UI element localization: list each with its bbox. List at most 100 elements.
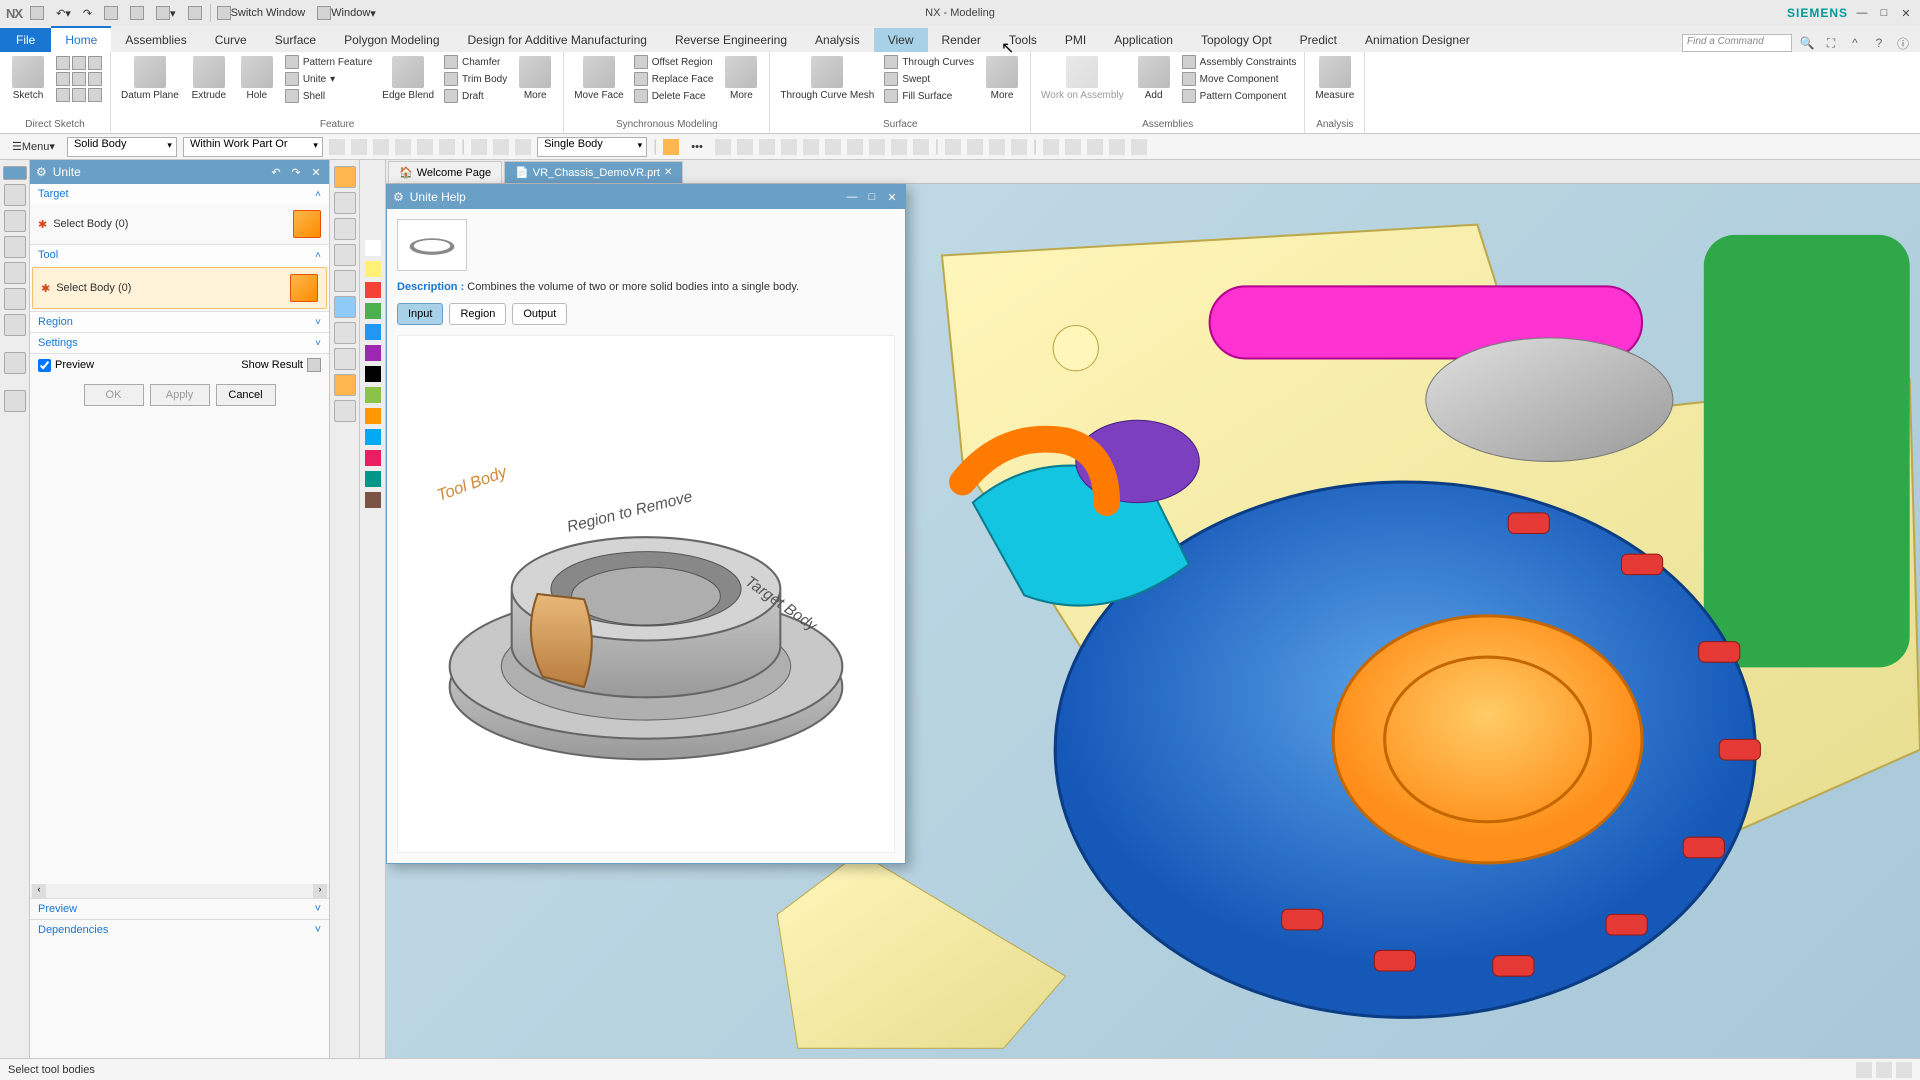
show-result-button[interactable]: Show Result	[241, 358, 321, 372]
body-filter-select[interactable]: Single Body	[537, 137, 647, 157]
history-icon[interactable]	[4, 352, 26, 374]
qat-redo-icon[interactable]: ↷	[79, 5, 96, 22]
help-maximize-icon[interactable]: □	[865, 190, 879, 204]
qat-copy-icon[interactable]	[100, 4, 122, 22]
feature-more-button[interactable]: More	[513, 54, 557, 103]
search-icon[interactable]: 🔍	[1798, 34, 1816, 52]
through-curves-button[interactable]: Through Curves	[882, 54, 976, 70]
move-face-button[interactable]: Move Face	[570, 54, 627, 103]
filter-icon-7[interactable]	[471, 139, 487, 155]
panel-header[interactable]: ⚙ Unite ↶ ↷ ✕	[30, 160, 329, 184]
shell-button[interactable]: Shell	[283, 88, 374, 104]
snap-icon-4[interactable]	[759, 139, 775, 155]
spline-icon[interactable]	[72, 72, 86, 86]
move-component-button[interactable]: Move Component	[1180, 71, 1299, 87]
arc-icon[interactable]	[72, 56, 86, 70]
assembly-constraints-button[interactable]: Assembly Constraints	[1180, 54, 1299, 70]
help-popup-header[interactable]: ⚙ Unite Help — □ ✕	[387, 185, 905, 209]
snap-icon-9[interactable]	[869, 139, 885, 155]
snap-icon-2[interactable]	[715, 139, 731, 155]
qat-paste-icon[interactable]	[126, 4, 148, 22]
color-swatch-0[interactable]	[365, 240, 381, 256]
view-icon-2[interactable]	[967, 139, 983, 155]
color-swatch-11[interactable]	[365, 471, 381, 487]
tab-animation-designer[interactable]: Animation Designer	[1351, 28, 1484, 52]
tab-view[interactable]: View	[874, 28, 928, 52]
side-tool-6-icon[interactable]	[334, 296, 356, 318]
unite-button[interactable]: Unite ▾	[283, 71, 374, 87]
color-swatch-4[interactable]	[365, 324, 381, 340]
qat-box-icon[interactable]: ▾	[152, 4, 180, 22]
pattern-feature-button[interactable]: Pattern Feature	[283, 54, 374, 70]
tab-topology-opt[interactable]: Topology Opt	[1187, 28, 1286, 52]
hd3d-icon[interactable]	[4, 288, 26, 310]
dependencies-footer-section[interactable]: Dependencies˅	[30, 919, 329, 940]
tab-surface[interactable]: Surface	[261, 28, 330, 52]
minimize-icon[interactable]: —	[1854, 5, 1870, 21]
preview-footer-section[interactable]: Preview˅	[30, 898, 329, 919]
filter-icon-6[interactable]	[439, 139, 455, 155]
target-section-header[interactable]: Target˄	[30, 184, 329, 204]
scope-filter-select[interactable]: Within Work Part Or	[183, 137, 323, 157]
qat-save-icon[interactable]	[26, 4, 48, 22]
chamfer-button[interactable]: Chamfer	[442, 54, 509, 70]
menu-dropdown[interactable]: ☰ Menu ▾	[6, 137, 61, 157]
rect-icon[interactable]	[56, 72, 70, 86]
layer-icon-1[interactable]	[1043, 139, 1059, 155]
dim-icon[interactable]	[72, 88, 86, 102]
qat-undo-icon[interactable]: ↶▾	[52, 5, 75, 22]
datum-plane-button[interactable]: Datum Plane	[117, 54, 183, 103]
tab-home[interactable]: Home	[51, 26, 111, 52]
snap-icon-8[interactable]	[847, 139, 863, 155]
pattern-component-button[interactable]: Pattern Component	[1180, 88, 1299, 104]
replace-face-button[interactable]: Replace Face	[632, 71, 716, 87]
filter-icon-8[interactable]	[493, 139, 509, 155]
type-filter-select[interactable]: Solid Body	[67, 137, 177, 157]
preview-checkbox[interactable]: Preview	[38, 359, 94, 372]
color-swatch-7[interactable]	[365, 387, 381, 403]
line-icon[interactable]	[56, 56, 70, 70]
snap-icon-6[interactable]	[803, 139, 819, 155]
tab-assemblies[interactable]: Assemblies	[111, 28, 200, 52]
help-minimize-icon[interactable]: —	[845, 190, 859, 204]
command-search-input[interactable]: Find a Command	[1682, 34, 1792, 52]
color-swatch-12[interactable]	[365, 492, 381, 508]
tab-application[interactable]: Application	[1100, 28, 1187, 52]
constraint-icon[interactable]	[88, 88, 102, 102]
status-icon-1[interactable]	[1856, 1062, 1872, 1078]
status-icon-3[interactable]	[1896, 1062, 1912, 1078]
through-curve-mesh-button[interactable]: Through Curve Mesh	[776, 54, 878, 103]
about-icon[interactable]: ⓘ	[1894, 34, 1912, 52]
side-tool-help-icon[interactable]	[334, 192, 356, 214]
help-icon[interactable]: ?	[1870, 34, 1888, 52]
panel-undo-icon[interactable]: ↶	[269, 165, 283, 179]
surface-more-button[interactable]: More	[980, 54, 1024, 103]
doc-tab-welcome[interactable]: 🏠Welcome Page	[388, 161, 502, 183]
snap-icon-11[interactable]	[913, 139, 929, 155]
constraint-navigator-icon[interactable]	[4, 236, 26, 258]
color-swatch-10[interactable]	[365, 450, 381, 466]
layer-icon-2[interactable]	[1065, 139, 1081, 155]
color-swatch-3[interactable]	[365, 303, 381, 319]
help-close-icon[interactable]: ✕	[885, 190, 899, 204]
trim-icon[interactable]	[56, 88, 70, 102]
view-icon-1[interactable]	[945, 139, 961, 155]
tab-reverse-engineering[interactable]: Reverse Engineering	[661, 28, 801, 52]
add-button[interactable]: Add	[1132, 54, 1176, 103]
snap-more[interactable]: •••	[685, 137, 709, 157]
color-swatch-8[interactable]	[365, 408, 381, 424]
maximize-icon[interactable]: □	[1876, 5, 1892, 21]
snap-icon-7[interactable]	[825, 139, 841, 155]
filter-icon-4[interactable]	[395, 139, 411, 155]
panel-close-icon[interactable]: ✕	[309, 165, 323, 179]
view-icon-4[interactable]	[1011, 139, 1027, 155]
side-tool-3-icon[interactable]	[334, 218, 356, 240]
cancel-button[interactable]: Cancel	[216, 384, 276, 406]
side-tool-folder-icon[interactable]	[334, 322, 356, 344]
side-tool-play-icon[interactable]	[334, 400, 356, 422]
qat-touch-icon[interactable]	[184, 4, 206, 22]
doc-tab-file[interactable]: 📄VR_Chassis_DemoVR.prt✕	[504, 161, 683, 183]
snap-icon-10[interactable]	[891, 139, 907, 155]
filter-icon-2[interactable]	[351, 139, 367, 155]
color-swatch-1[interactable]	[365, 261, 381, 277]
